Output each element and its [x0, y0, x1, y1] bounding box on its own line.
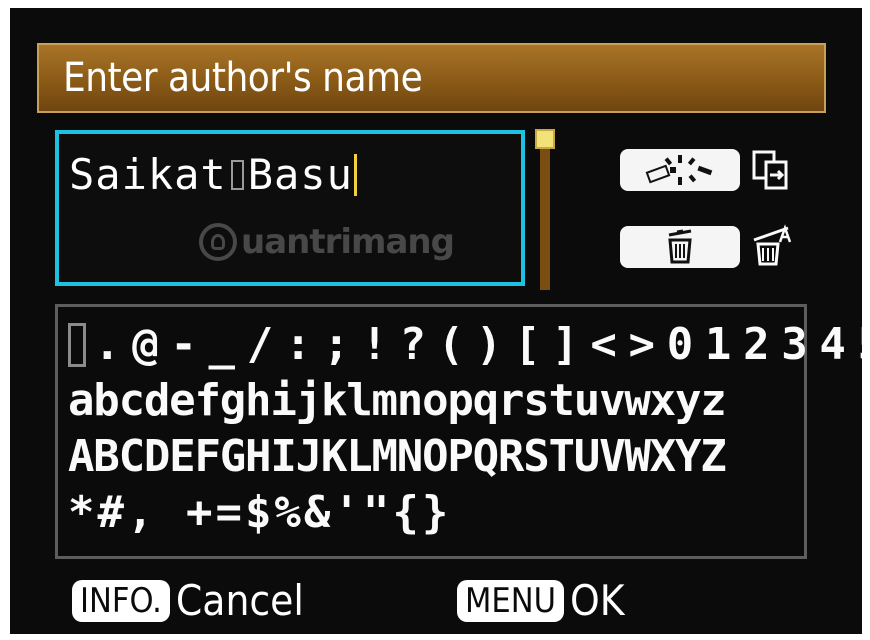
watermark-bulb-icon — [199, 223, 237, 261]
delete-character-button[interactable] — [620, 149, 740, 191]
text-cursor — [353, 153, 357, 196]
field-scrollbar-thumb[interactable] — [535, 129, 555, 149]
field-scrollbar[interactable] — [540, 130, 550, 290]
character-row-symbols[interactable]: . @ - _ / : ; ! ? ( ) [ ] < > 0 1 2 3 4 … — [68, 317, 862, 373]
space-key[interactable] — [68, 323, 86, 367]
camera-screen: Enter author's name Saikat Basu uantrima… — [10, 8, 862, 634]
name-first-part: Saikat — [69, 150, 227, 199]
delete-character-icon — [645, 155, 713, 185]
character-row-lowercase[interactable]: abcdefghijklmnopqrstuvwxyz — [68, 373, 804, 429]
name-last-part: Basu — [247, 150, 353, 199]
menu-button[interactable]: MENU — [457, 579, 564, 622]
ok-action[interactable]: MENU OK — [457, 576, 625, 625]
character-palette[interactable]: . @ - _ / : ; ! ? ( ) [ ] < > 0 1 2 3 4 … — [55, 304, 862, 559]
info-button[interactable]: INFO. — [72, 579, 170, 622]
watermark-text: uantrimang — [241, 222, 455, 262]
trash-button[interactable] — [620, 226, 740, 268]
clear-all-icon — [750, 224, 794, 268]
name-text-row: Saikat Basu — [69, 150, 357, 199]
character-row-uppercase[interactable]: ABCDEFGHIJKLMNOPQRSTUVWXYZ — [68, 429, 804, 485]
switch-input-mode-icon — [750, 148, 794, 192]
cancel-label: Cancel — [175, 576, 304, 625]
space-marker — [230, 159, 244, 190]
ok-label: OK — [570, 576, 625, 625]
character-row-special[interactable]: *#, +=$%&'"{} — [68, 485, 804, 541]
page-title: Enter author's name — [63, 55, 423, 101]
cancel-action[interactable]: INFO. Cancel — [72, 576, 304, 625]
symbols-characters[interactable]: . @ - _ / : ; ! ? ( ) [ ] < > 0 1 2 3 4 … — [94, 319, 862, 370]
author-name-field[interactable]: Saikat Basu uantrimang — [55, 130, 525, 286]
title-bar: Enter author's name — [37, 43, 826, 113]
watermark: uantrimang — [199, 222, 455, 262]
trash-icon — [668, 229, 692, 264]
